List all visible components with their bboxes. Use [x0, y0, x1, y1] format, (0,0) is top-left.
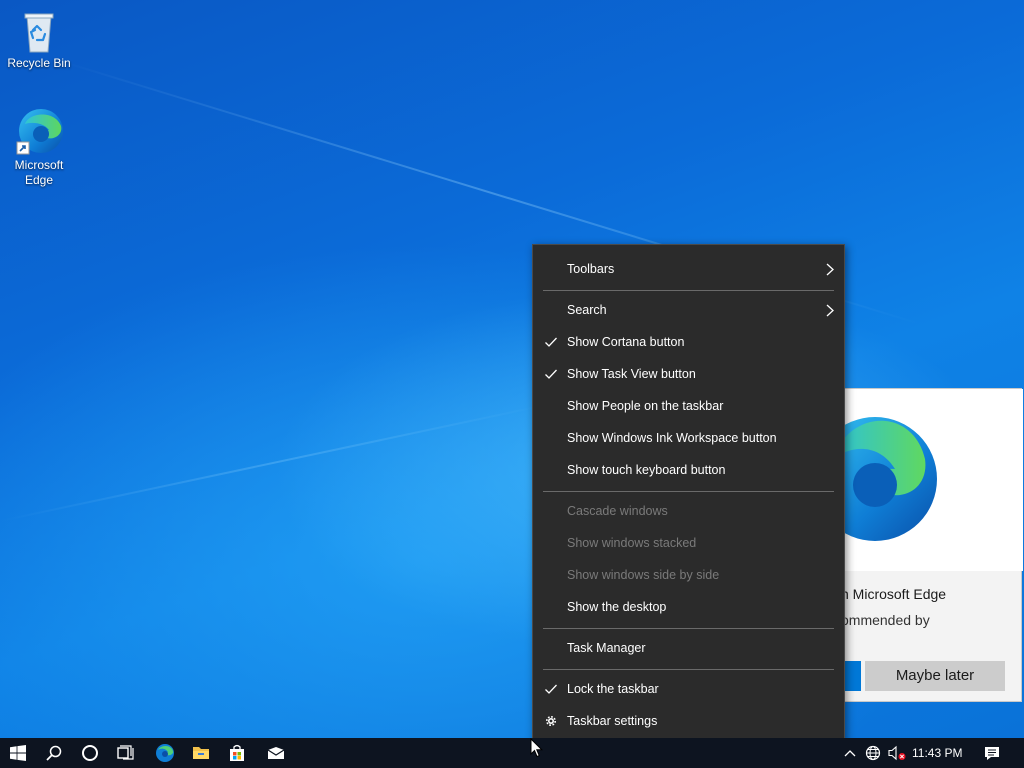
edge-promo-title: n Microsoft Edge	[841, 586, 947, 602]
chevron-right-icon	[826, 304, 834, 317]
task-view-button[interactable]	[108, 738, 144, 768]
recycle-bin-icon	[24, 13, 54, 53]
menu-item-label: Show windows side by side	[567, 568, 720, 582]
checkmark-icon	[545, 684, 557, 694]
edge-icon	[156, 744, 174, 762]
desktop-icon-label: Recycle Bin	[7, 56, 71, 70]
edge-promo-primary-button[interactable]	[843, 661, 861, 691]
menu-item-label: Show the desktop	[567, 600, 667, 614]
menu-item-label: Show People on the taskbar	[567, 399, 724, 413]
chevron-right-icon	[826, 263, 834, 276]
menu-item-show-touch-keyboard[interactable]: Show touch keyboard button	[533, 455, 844, 485]
wallpaper-light-beam	[0, 403, 548, 522]
taskbar-context-menu: Toolbars Search Show Cortana button Show…	[532, 244, 845, 746]
taskbar-app-store[interactable]	[219, 738, 255, 768]
volume-muted-icon	[888, 745, 906, 761]
checkmark-icon	[545, 369, 557, 379]
edge-icon	[16, 109, 63, 155]
taskbar-app-mail[interactable]	[258, 738, 294, 768]
menu-item-label: Taskbar settings	[567, 714, 658, 728]
menu-item-label: Task Manager	[567, 641, 646, 655]
file-explorer-icon	[193, 747, 209, 759]
taskbar-clock[interactable]: 11:43 PM	[912, 746, 962, 760]
store-icon	[230, 744, 244, 761]
menu-item-show-ink-workspace[interactable]: Show Windows Ink Workspace button	[533, 423, 844, 453]
chevron-up-icon	[844, 750, 856, 757]
mouse-cursor-icon	[530, 738, 544, 758]
gear-icon	[546, 716, 556, 726]
show-hidden-icons-button[interactable]	[840, 738, 860, 768]
desktop-icon-label: Microsoft Edge	[14, 158, 64, 187]
maybe-later-button[interactable]: Maybe later	[865, 661, 1005, 691]
checkmark-icon	[545, 337, 557, 347]
menu-separator	[543, 491, 834, 492]
menu-item-label: Show touch keyboard button	[567, 463, 726, 477]
desktop-icon-recycle-bin[interactable]: Recycle Bin	[1, 8, 77, 71]
menu-item-toolbars[interactable]: Toolbars	[533, 254, 844, 284]
cortana-button[interactable]	[72, 738, 108, 768]
menu-item-show-people[interactable]: Show People on the taskbar	[533, 391, 844, 421]
action-center-button[interactable]	[978, 738, 1006, 768]
menu-item-show-cortana-button[interactable]: Show Cortana button	[533, 327, 844, 357]
taskbar-app-edge[interactable]	[147, 738, 183, 768]
desktop-icon-microsoft-edge[interactable]: Microsoft Edge	[1, 106, 77, 188]
mail-icon	[267, 747, 285, 759]
menu-separator	[543, 628, 834, 629]
start-icon	[10, 745, 26, 761]
menu-item-label: Show Windows Ink Workspace button	[567, 431, 777, 445]
cortana-icon	[82, 745, 98, 761]
network-button[interactable]	[862, 738, 884, 768]
menu-item-label: Cascade windows	[567, 504, 668, 518]
task-view-icon	[117, 745, 134, 760]
menu-item-task-manager[interactable]: Task Manager	[533, 633, 844, 663]
menu-item-show-windows-side-by-side: Show windows side by side	[533, 560, 844, 590]
notification-icon	[985, 746, 999, 760]
menu-item-label: Toolbars	[567, 262, 615, 276]
search-icon	[46, 745, 62, 761]
menu-item-label: Show Task View button	[567, 367, 696, 381]
taskbar: 11:43 PM	[0, 738, 1024, 768]
menu-item-show-windows-stacked: Show windows stacked	[533, 528, 844, 558]
menu-separator	[543, 290, 834, 291]
network-icon	[865, 745, 881, 761]
menu-item-taskbar-settings[interactable]: Taskbar settings	[533, 706, 844, 736]
menu-item-label: Show Cortana button	[567, 335, 685, 349]
menu-item-search[interactable]: Search	[533, 295, 844, 325]
desktop: Recycle Bin Microsoft Edge n Microsoft E…	[0, 0, 1024, 738]
edge-promo-subtitle: ommended by	[841, 612, 930, 628]
menu-item-cascade-windows: Cascade windows	[533, 496, 844, 526]
menu-item-label: Show windows stacked	[567, 536, 697, 550]
taskbar-search-button[interactable]	[36, 738, 72, 768]
menu-item-lock-the-taskbar[interactable]: Lock the taskbar	[533, 674, 844, 704]
volume-button[interactable]	[886, 738, 908, 768]
menu-item-show-the-desktop[interactable]: Show the desktop	[533, 592, 844, 622]
taskbar-app-file-explorer[interactable]	[183, 738, 219, 768]
menu-item-show-task-view-button[interactable]: Show Task View button	[533, 359, 844, 389]
menu-item-label: Search	[567, 303, 607, 317]
menu-item-label: Lock the taskbar	[567, 682, 659, 696]
start-button[interactable]	[0, 738, 36, 768]
menu-separator	[543, 669, 834, 670]
